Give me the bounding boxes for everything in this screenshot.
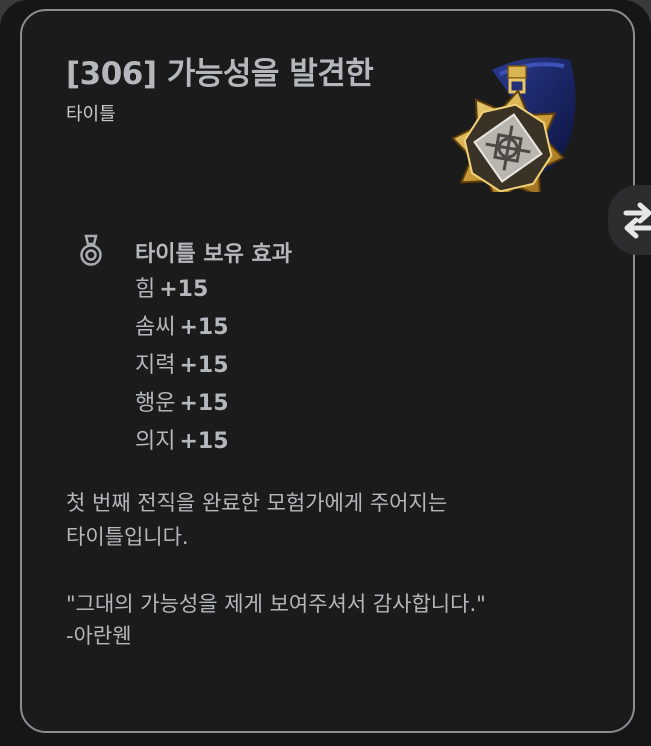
item-title: [306] 가능성을 발견한 <box>66 56 374 92</box>
stat-list: 힘 +15 솜씨 +15 지력 +15 행운 +15 의지 +15 <box>135 275 229 465</box>
effect-heading: 타이틀 보유 효과 <box>135 242 292 267</box>
quote-text: "그대의 가능성을 제게 보여주셔서 감사합니다." <box>66 592 486 616</box>
stat-row: 지력 +15 <box>135 351 229 389</box>
medal-icon <box>78 234 104 272</box>
stat-row: 행운 +15 <box>135 389 229 427</box>
flavor-quote: "그대의 가능성을 제게 보여주셔서 감사합니다." -아란웬 <box>66 588 606 652</box>
item-description: 첫 번째 전직을 완료한 모험가에게 주어지는 타이틀입니다. <box>66 486 586 554</box>
quote-author: -아란웬 <box>66 624 132 648</box>
item-category: 타이틀 <box>66 104 116 125</box>
stat-value: +15 <box>179 315 229 340</box>
stat-label: 행운 <box>135 391 176 416</box>
stat-label: 의지 <box>135 429 176 454</box>
description-line: 첫 번째 전직을 완료한 모험가에게 주어지는 <box>66 491 448 515</box>
stat-label: 솜씨 <box>135 315 176 340</box>
swap-arrows-icon <box>623 202 651 239</box>
stat-value: +15 <box>179 391 229 416</box>
stat-value: +15 <box>179 429 229 454</box>
stat-row: 힘 +15 <box>135 275 229 313</box>
stat-value: +15 <box>159 277 209 302</box>
description-line: 타이틀입니다. <box>66 525 189 549</box>
swap-button[interactable] <box>608 185 651 255</box>
stat-value: +15 <box>179 353 229 378</box>
title-medal-icon <box>451 52 584 207</box>
stat-row: 의지 +15 <box>135 427 229 465</box>
stat-label: 지력 <box>135 353 176 378</box>
stat-row: 솜씨 +15 <box>135 313 229 351</box>
stat-label: 힘 <box>135 277 156 302</box>
